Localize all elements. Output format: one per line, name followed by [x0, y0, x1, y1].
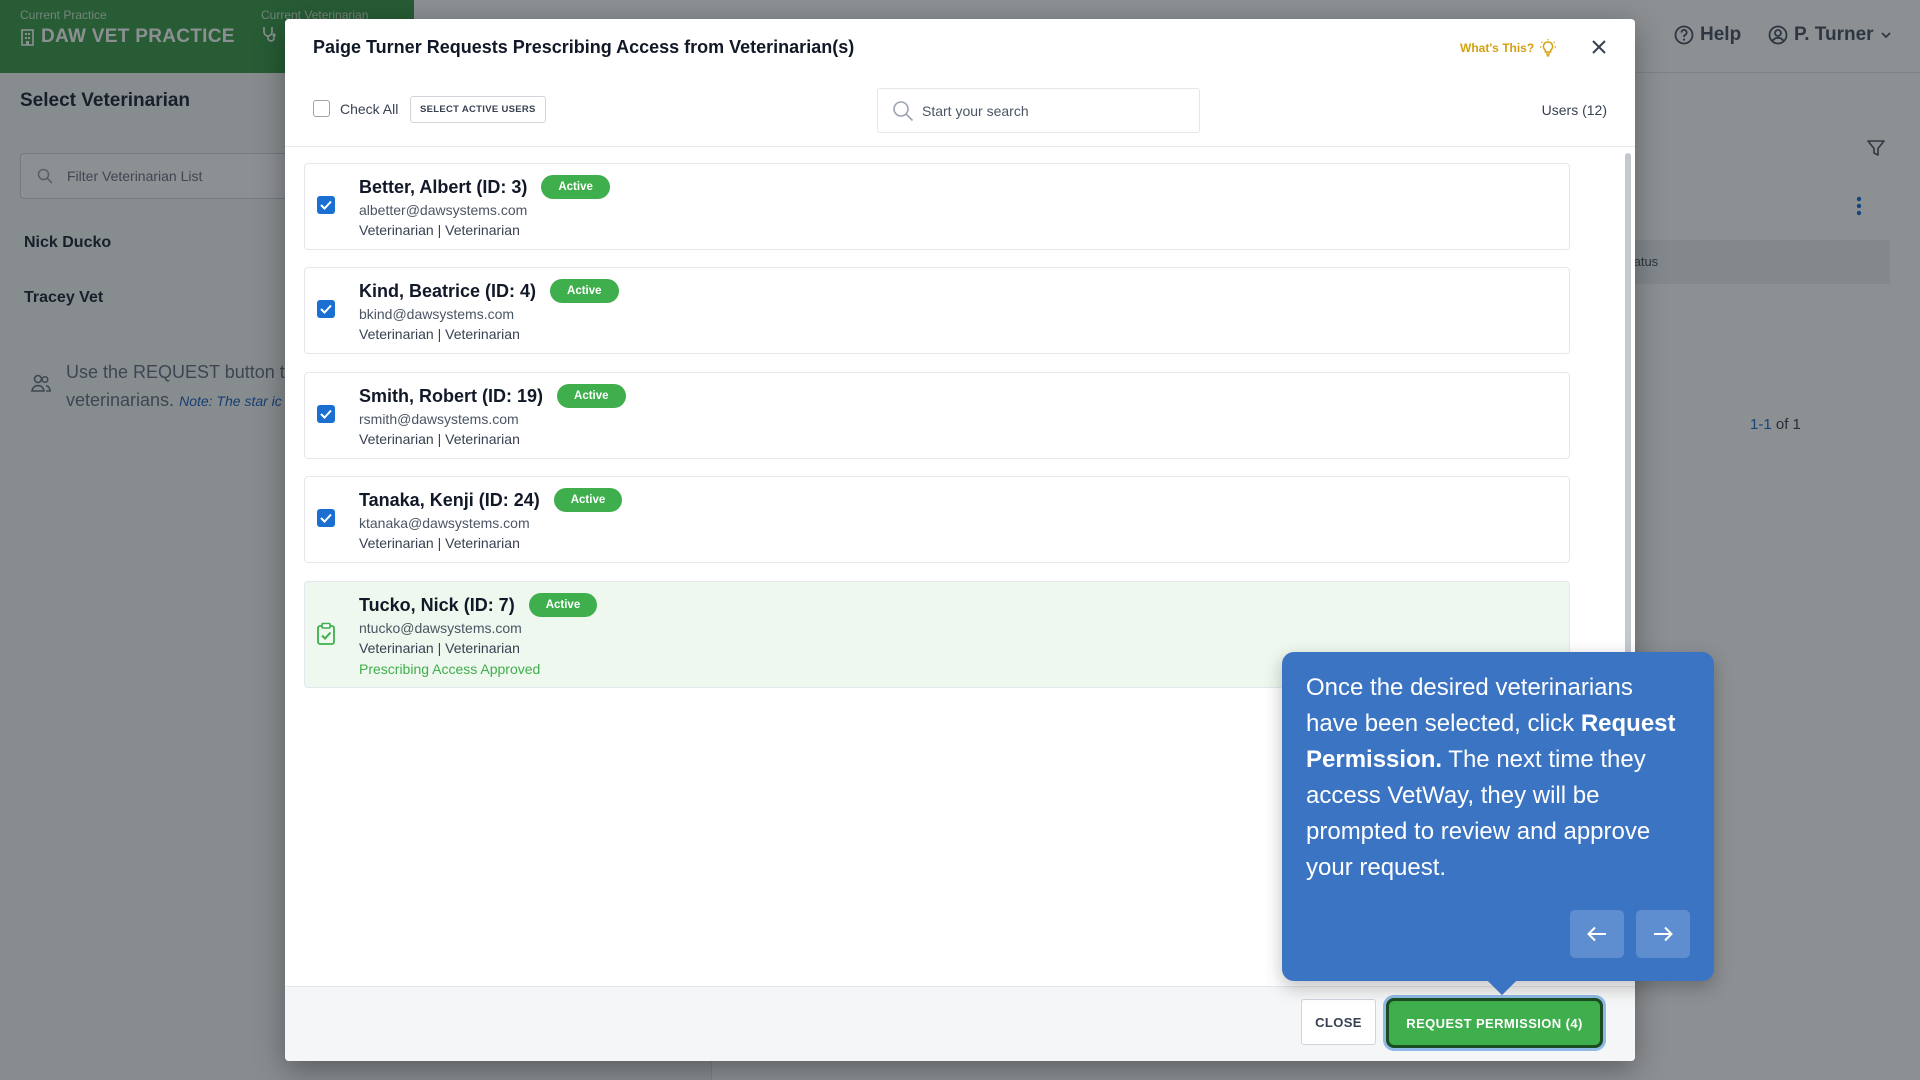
vet-name: Kind, Beatrice (ID: 4): [359, 280, 537, 301]
vet-name-row: Better, Albert (ID: 3) Active: [359, 175, 610, 199]
lightbulb-icon: [1540, 39, 1557, 57]
user-search-placeholder: Start your search: [922, 102, 1029, 119]
modal-footer: CLOSE REQUEST PERMISSION (4): [285, 986, 1635, 1061]
check-icon: [320, 409, 332, 419]
modal-close-button[interactable]: [1585, 33, 1613, 61]
select-active-users-button[interactable]: SELECT ACTIVE USERS: [410, 96, 546, 123]
user-search-input[interactable]: Start your search: [877, 88, 1200, 133]
users-count: Users (12): [1541, 102, 1607, 118]
check-icon: [320, 513, 332, 523]
vet-role: Veterinarian | Veterinarian: [359, 535, 520, 551]
check-all-label: Check All: [340, 100, 399, 117]
vet-card[interactable]: Kind, Beatrice (ID: 4) Active bkind@daws…: [304, 267, 1570, 354]
vet-name-row: Tucko, Nick (ID: 7) Active: [359, 593, 598, 617]
check-all-box[interactable]: [313, 100, 330, 117]
access-approved-status: Prescribing Access Approved: [359, 661, 541, 677]
vet-checkbox-checked[interactable]: [317, 509, 335, 527]
close-icon: [1592, 40, 1606, 54]
modal-header: Paige Turner Requests Prescribing Access…: [285, 19, 1635, 75]
vet-name: Tucko, Nick (ID: 7): [359, 594, 515, 615]
modal-toolbar: Check All SELECT ACTIVE USERS Start your…: [285, 75, 1635, 147]
vet-name: Smith, Robert (ID: 19): [359, 385, 544, 406]
close-button[interactable]: CLOSE: [1301, 999, 1376, 1045]
tour-prev-button[interactable]: [1570, 910, 1624, 958]
status-badge: Active: [541, 175, 610, 199]
vet-email: rsmith@dawsystems.com: [359, 411, 519, 427]
vet-name-row: Smith, Robert (ID: 19) Active: [359, 384, 626, 408]
check-icon: [320, 200, 332, 210]
arrow-left-icon: [1587, 926, 1606, 942]
status-badge: Active: [528, 593, 598, 617]
whats-this-link[interactable]: What's This?: [1460, 39, 1557, 57]
clipboard-check-icon: [317, 622, 335, 645]
vet-checkbox-checked[interactable]: [317, 405, 335, 423]
vet-card[interactable]: Tanaka, Kenji (ID: 24) Active ktanaka@da…: [304, 476, 1570, 563]
modal-title: Paige Turner Requests Prescribing Access…: [313, 37, 855, 57]
vet-email: ktanaka@dawsystems.com: [359, 515, 530, 531]
vet-checkbox-checked[interactable]: [317, 300, 335, 318]
vet-name: Better, Albert (ID: 3): [359, 176, 528, 197]
tooltip-text: Once the desired veterinarians have been…: [1306, 670, 1690, 886]
vet-email: bkind@dawsystems.com: [359, 306, 515, 322]
whats-this-label: What's This?: [1460, 41, 1535, 55]
check-icon: [320, 304, 332, 314]
vet-role: Veterinarian | Veterinarian: [359, 326, 520, 342]
vet-email: ntucko@dawsystems.com: [359, 620, 522, 636]
vet-role: Veterinarian | Veterinarian: [359, 431, 520, 447]
vet-card[interactable]: Smith, Robert (ID: 19) Active rsmith@daw…: [304, 372, 1570, 459]
vet-role: Veterinarian | Veterinarian: [359, 640, 520, 656]
vet-card[interactable]: Better, Albert (ID: 3) Active albetter@d…: [304, 163, 1570, 250]
status-badge: Active: [550, 279, 619, 303]
tour-next-button[interactable]: [1636, 910, 1690, 958]
vet-checkbox-checked[interactable]: [317, 196, 335, 214]
arrow-right-icon: [1654, 926, 1673, 942]
search-icon: [893, 100, 914, 121]
vet-name-row: Tanaka, Kenji (ID: 24) Active: [359, 488, 623, 512]
vet-name: Tanaka, Kenji (ID: 24): [359, 489, 540, 510]
status-badge: Active: [553, 488, 623, 512]
vet-list-scrollbar[interactable]: [1625, 153, 1631, 657]
vet-email: albetter@dawsystems.com: [359, 202, 528, 218]
request-permission-button[interactable]: REQUEST PERMISSION (4): [1389, 1001, 1600, 1045]
status-badge: Active: [557, 384, 626, 408]
tour-tooltip: Once the desired veterinarians have been…: [1282, 652, 1714, 996]
check-all-checkbox[interactable]: Check All: [313, 100, 398, 117]
vet-role: Veterinarian | Veterinarian: [359, 222, 520, 238]
vet-name-row: Kind, Beatrice (ID: 4) Active: [359, 279, 619, 303]
